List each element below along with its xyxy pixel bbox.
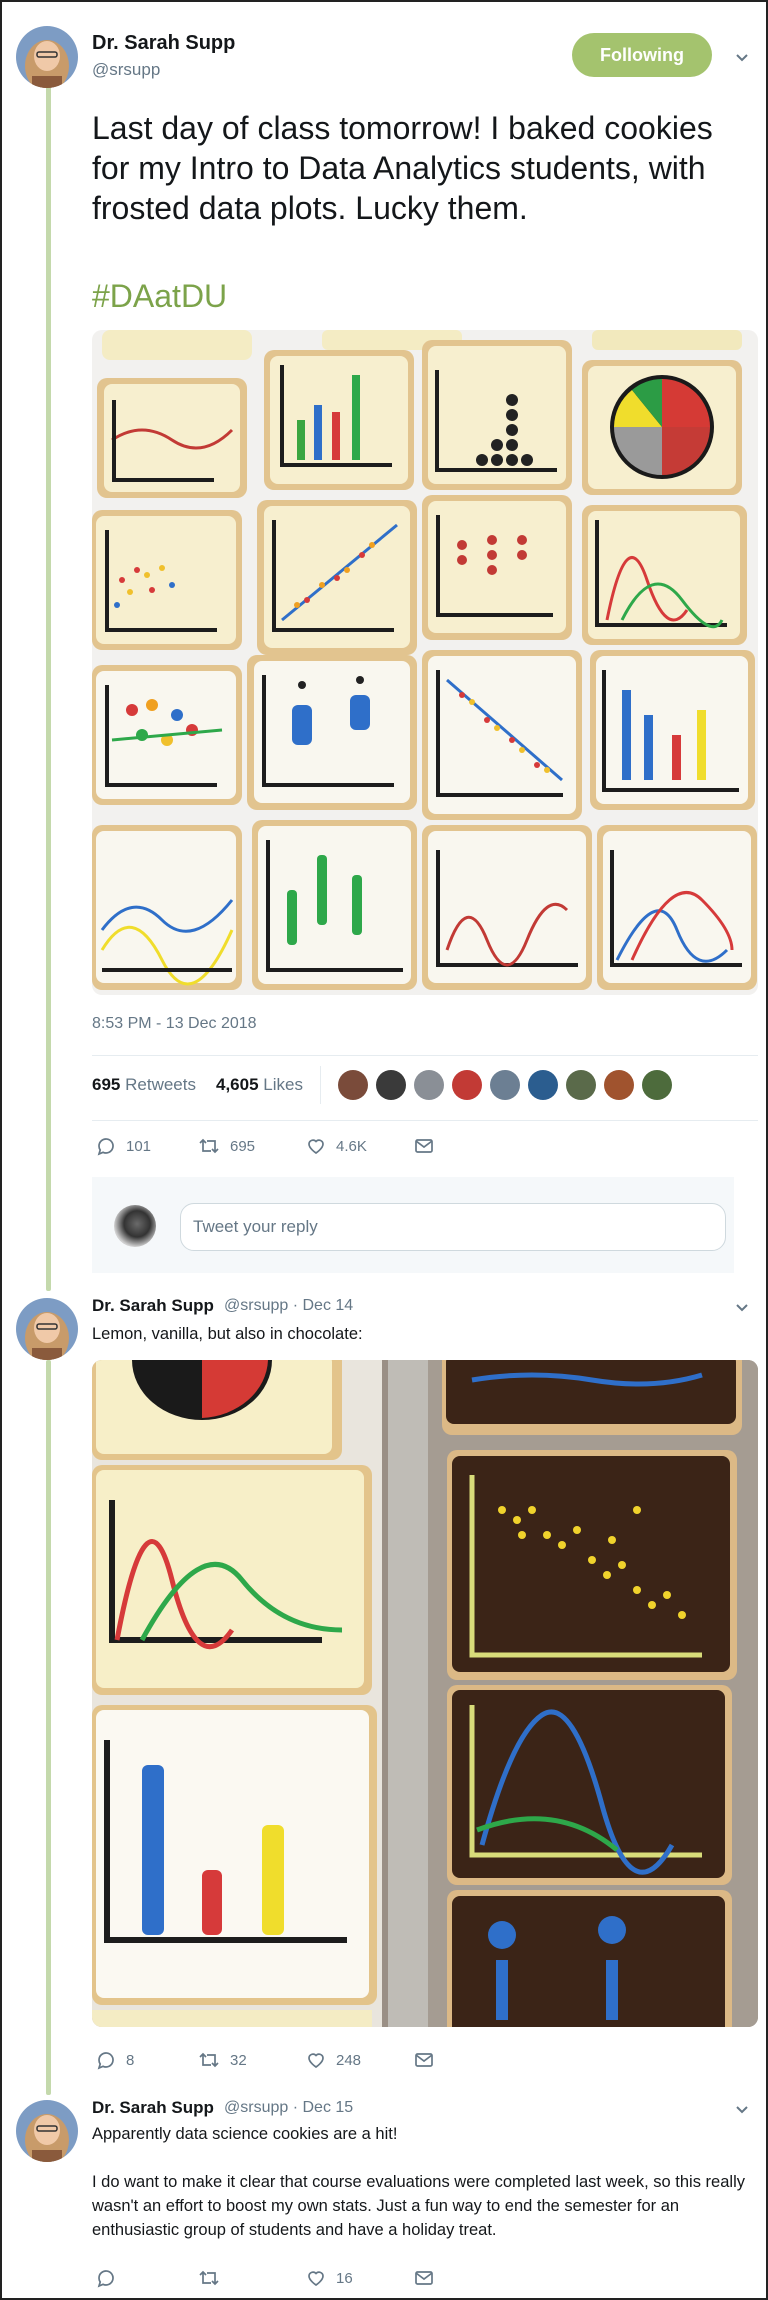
retweet-count: 695 — [230, 1137, 256, 1155]
cookie — [422, 650, 582, 820]
direct-message-button[interactable] — [414, 2050, 434, 2070]
retweets-label: Retweets — [125, 1075, 196, 1094]
reply-input[interactable]: Tweet your reply — [180, 1203, 726, 1251]
retweets-count: 695 — [92, 1075, 121, 1094]
cookie — [447, 1685, 732, 1885]
tweet-photo[interactable] — [92, 330, 758, 995]
avatar — [338, 1070, 368, 1100]
cookie — [257, 500, 417, 655]
retweet-button[interactable]: 695 — [198, 1136, 255, 1156]
like-icon — [308, 1139, 324, 1155]
reply-count: 8 — [126, 2051, 135, 2069]
direct-message-button[interactable] — [414, 1136, 434, 1156]
divider — [92, 1120, 758, 1121]
cookie — [597, 825, 757, 990]
stat-separator — [320, 1066, 321, 1104]
reply-icon — [97, 1138, 114, 1156]
like-icon — [308, 2271, 324, 2287]
reply-button[interactable] — [96, 2268, 126, 2288]
cookie — [422, 495, 572, 640]
likes-count: 4,605 — [216, 1075, 259, 1094]
avatar — [604, 1070, 634, 1100]
message-icon — [415, 1139, 433, 1153]
avatar — [376, 1070, 406, 1100]
reply-count: 101 — [126, 1137, 152, 1155]
avatar — [528, 1070, 558, 1100]
likes-stat[interactable]: 4,605 Likes — [216, 1075, 303, 1095]
cookie — [422, 340, 572, 490]
reply-meta[interactable]: @srsupp · Dec 14 — [224, 1297, 353, 1315]
hashtag-link[interactable]: #DAatDU — [92, 278, 227, 315]
author-name[interactable]: Dr. Sarah Supp — [92, 32, 235, 55]
following-button[interactable]: Following — [572, 33, 712, 77]
cookie — [92, 1465, 372, 1695]
like-button[interactable]: 248 — [306, 2050, 361, 2070]
direct-message-button[interactable] — [414, 2268, 434, 2288]
avatar — [490, 1070, 520, 1100]
reply-composer: Tweet your reply — [92, 1177, 734, 1273]
cookie — [442, 1360, 742, 1435]
cookie — [92, 1360, 342, 1460]
cookie — [97, 378, 247, 498]
retweet-count: 32 — [230, 2051, 247, 2069]
avatar[interactable] — [16, 2100, 78, 2162]
cookie — [447, 1890, 732, 2027]
liker-avatars — [336, 1068, 676, 1107]
cookie — [582, 360, 742, 495]
retweets-stat[interactable]: 695 Retweets — [92, 1075, 196, 1095]
cookie — [264, 350, 414, 490]
cookie — [92, 665, 242, 805]
cookie — [447, 1450, 737, 1680]
like-button[interactable]: 16 — [306, 2268, 353, 2288]
reply-button[interactable]: 8 — [96, 2050, 134, 2070]
cookie — [92, 825, 242, 990]
likes-label: Likes — [263, 1075, 303, 1094]
chevron-down-icon[interactable] — [734, 1300, 750, 1316]
cookie — [92, 1705, 377, 2005]
message-icon — [415, 2053, 433, 2067]
reply-photo[interactable] — [92, 1360, 758, 2027]
avatar — [114, 1205, 156, 1247]
cookie — [582, 505, 747, 645]
reply-text: Apparently data science cookies are a hi… — [92, 2125, 398, 2143]
like-count: 248 — [336, 2051, 362, 2069]
divider — [92, 1055, 758, 1056]
like-button[interactable]: 4.6K — [306, 1136, 367, 1156]
cookie — [247, 655, 417, 810]
reply-meta[interactable]: @srsupp · Dec 15 — [224, 2099, 353, 2117]
thread-line — [46, 1360, 51, 2095]
retweet-icon — [199, 2052, 219, 2068]
thread-line — [46, 86, 51, 1291]
reply-button[interactable]: 101 — [96, 1136, 151, 1156]
tweet-text: Last day of class tomorrow! I baked cook… — [92, 110, 713, 226]
author-name[interactable]: Dr. Sarah Supp — [92, 2098, 214, 2118]
avatar[interactable] — [16, 26, 78, 88]
author-handle[interactable]: @srsupp — [92, 60, 160, 80]
cookie — [590, 650, 755, 810]
like-count: 4.6K — [336, 1137, 367, 1155]
cookie — [422, 825, 592, 990]
chevron-down-icon[interactable] — [734, 2102, 750, 2118]
tweet-timestamp[interactable]: 8:53 PM - 13 Dec 2018 — [92, 1015, 257, 1033]
message-icon — [415, 2271, 433, 2285]
cookie — [252, 820, 417, 990]
retweet-button[interactable] — [198, 2268, 230, 2288]
like-icon — [308, 2053, 324, 2069]
reply-text: Lemon, vanilla, but also in chocolate: — [92, 1325, 363, 1343]
avatar[interactable] — [16, 1298, 78, 1360]
avatar — [452, 1070, 482, 1100]
avatar — [642, 1070, 672, 1100]
reply-icon — [97, 2270, 114, 2288]
avatar — [414, 1070, 444, 1100]
retweet-icon — [199, 1138, 219, 1154]
like-count: 16 — [336, 2269, 353, 2287]
chevron-down-icon[interactable] — [734, 50, 750, 66]
retweet-button[interactable]: 32 — [198, 2050, 247, 2070]
retweet-icon — [199, 2270, 219, 2286]
cookie — [92, 510, 242, 650]
avatar — [566, 1070, 596, 1100]
reply-icon — [97, 2052, 114, 2070]
reply-text: I do want to make it clear that course e… — [92, 2173, 745, 2239]
author-name[interactable]: Dr. Sarah Supp — [92, 1296, 214, 1316]
